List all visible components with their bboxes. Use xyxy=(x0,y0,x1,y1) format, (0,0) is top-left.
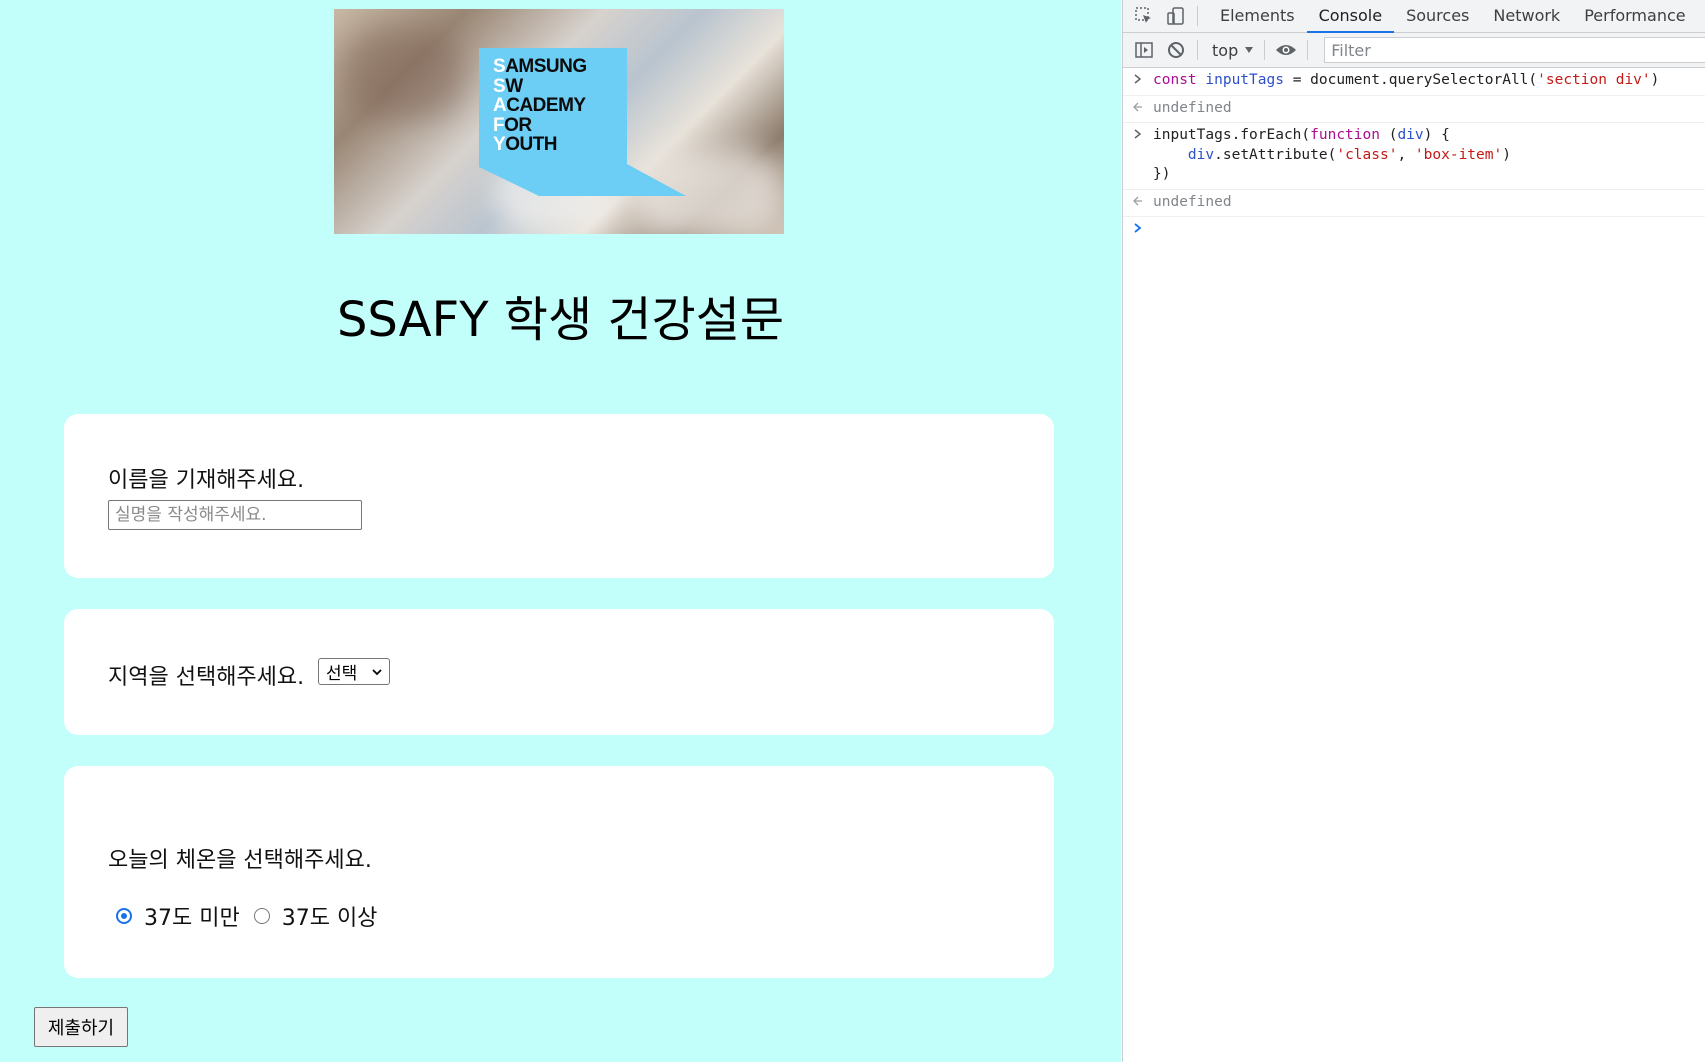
devtools-tab-bar: Elements Console Sources Network Perform… xyxy=(1123,0,1705,33)
region-select-value: 선택 xyxy=(326,664,358,684)
radio-below-37[interactable] xyxy=(116,908,132,924)
console-output: const inputTags = document.querySelector… xyxy=(1123,68,1705,238)
console-prompt[interactable] xyxy=(1123,217,1705,238)
result-arrow-icon xyxy=(1133,102,1142,111)
input-chevron-icon xyxy=(1134,129,1142,139)
eye-icon[interactable] xyxy=(1275,39,1297,61)
radio-above-37[interactable] xyxy=(253,908,270,924)
chevron-down-icon xyxy=(372,668,382,675)
region-question-label: 지역을 선택해주세요. xyxy=(108,665,305,690)
console-result-line: undefined xyxy=(1123,96,1705,123)
name-input[interactable] xyxy=(108,500,362,530)
caret-down-icon xyxy=(1245,47,1254,53)
context-selector[interactable]: top xyxy=(1212,41,1254,60)
prompt-chevron-icon xyxy=(1134,223,1142,233)
result-arrow-icon xyxy=(1133,196,1142,205)
page-title: SSAFY 학생 건강설문 xyxy=(336,292,785,348)
device-toolbar-icon[interactable] xyxy=(1165,5,1187,27)
radio-below-37-label: 37도 미만 xyxy=(144,906,240,931)
temperature-question-label: 오늘의 체온을 선택해주세요. xyxy=(108,848,372,873)
console-filter-input[interactable]: Filter xyxy=(1324,37,1705,63)
show-sidebar-icon[interactable] xyxy=(1133,39,1155,61)
region-select[interactable]: 선택 xyxy=(318,658,390,685)
devtools-panel: Elements Console Sources Network Perform… xyxy=(1122,0,1705,1062)
temperature-question-box: 오늘의 체온을 선택해주세요. 37도 미만 37도 이상 xyxy=(64,766,1054,978)
temperature-options: 37도 미만 37도 이상 xyxy=(116,900,377,932)
ssafy-logo: SAMSUNG SW ACADEMY FOR YOUTH xyxy=(493,56,587,155)
context-selector-value: top xyxy=(1212,40,1239,60)
tab-performance[interactable]: Performance xyxy=(1572,0,1697,32)
tab-sources[interactable]: Sources xyxy=(1394,0,1481,32)
tab-elements[interactable]: Elements xyxy=(1208,0,1307,32)
survey-page: SAMSUNG SW ACADEMY FOR YOUTH SSAFY 학생 건강… xyxy=(0,0,1121,1062)
region-question-box: 지역을 선택해주세요. 선택 xyxy=(64,609,1054,735)
input-chevron-icon xyxy=(1134,74,1142,84)
radio-above-37-label: 37도 이상 xyxy=(281,906,378,931)
console-result-line: undefined xyxy=(1123,190,1705,217)
inspect-element-icon[interactable] xyxy=(1133,5,1155,27)
console-toolbar: top Filter xyxy=(1123,33,1705,68)
console-input-line: const inputTags = document.querySelector… xyxy=(1123,68,1705,96)
tab-network[interactable]: Network xyxy=(1481,0,1572,32)
ssafy-banner-image: SAMSUNG SW ACADEMY FOR YOUTH xyxy=(334,9,784,234)
tab-console[interactable]: Console xyxy=(1306,0,1395,33)
name-question-box: 이름을 기재해주세요. xyxy=(64,414,1054,578)
submit-button[interactable]: 제출하기 xyxy=(34,1007,128,1047)
name-question-label: 이름을 기재해주세요. xyxy=(108,468,305,493)
clear-console-icon[interactable] xyxy=(1165,39,1187,61)
console-input-line: inputTags.forEach(function (div) { div.s… xyxy=(1123,123,1705,190)
